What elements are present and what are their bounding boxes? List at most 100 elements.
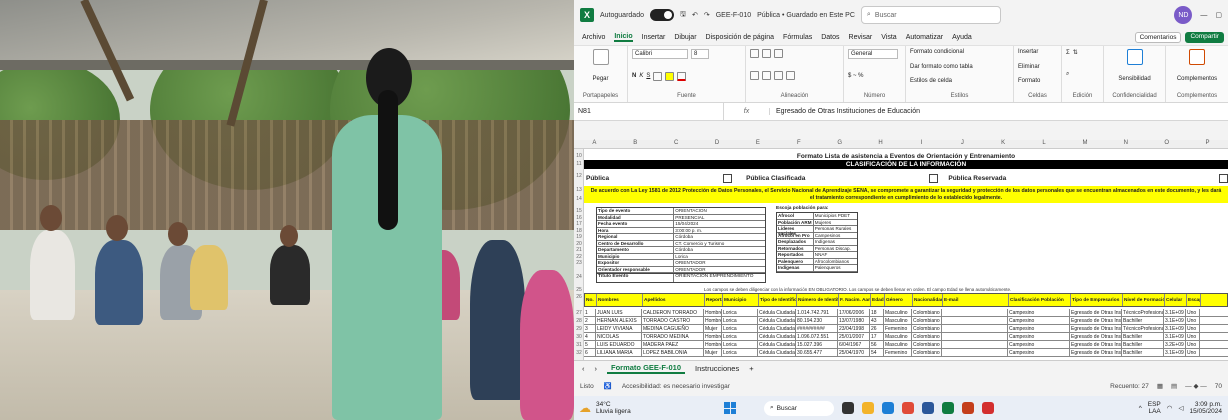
conditional-format-button[interactable]: Formato condicional — [910, 49, 1009, 55]
number-format-select[interactable]: General — [848, 49, 898, 59]
page-layout-icon[interactable]: ▤ — [1171, 382, 1177, 390]
edge-icon[interactable] — [882, 402, 894, 414]
column-header: C — [674, 140, 679, 146]
table-cell: TécnicoProfesional — [1123, 309, 1164, 316]
population-value: Municipios PDET — [814, 213, 851, 218]
avatar[interactable]: ND — [1174, 6, 1193, 24]
cell-styles-button[interactable]: Estilos de celda — [910, 78, 1009, 84]
volume-icon[interactable]: ◁ — [1178, 404, 1183, 412]
table-cell: Colombiano — [912, 333, 942, 340]
align-center-icon[interactable] — [762, 71, 771, 80]
formula-input[interactable]: Egresado de Otras Instituciones de Educa… — [770, 108, 920, 115]
menu-disposicion[interactable]: Disposición de página — [706, 34, 775, 41]
delete-cells-button[interactable]: Eliminar — [1018, 64, 1057, 70]
wrap-text-icon[interactable] — [774, 49, 783, 58]
font-size-select[interactable]: 8 — [691, 49, 709, 59]
align-top-icon[interactable] — [750, 49, 759, 58]
zoom-slider[interactable]: — ◆ — — [1185, 382, 1207, 390]
event-info-value: ORIENTACION — [675, 208, 707, 213]
menu-ayuda[interactable]: Ayuda — [952, 34, 972, 41]
addins-button[interactable]: Complementos — [1170, 76, 1224, 82]
share-button[interactable]: Compartir — [1185, 32, 1224, 43]
tray-expand-icon[interactable]: ^ — [1139, 405, 1142, 412]
undo-icon[interactable]: ↶ — [692, 11, 698, 19]
taskbar-search[interactable]: ⌕ Buscar — [764, 400, 834, 416]
font-name-select[interactable]: Calibri — [632, 49, 688, 59]
insert-cells-button[interactable]: Insertar — [1018, 49, 1057, 55]
column-title: F. Nacim. Aamaaño — [839, 294, 871, 306]
bold-icon[interactable]: N — [632, 73, 636, 79]
word-icon[interactable] — [922, 402, 934, 414]
maximize-icon[interactable]: ▢ — [1215, 11, 1222, 19]
public-checkbox[interactable] — [723, 173, 733, 183]
taskbar-search-placeholder: Buscar — [776, 404, 797, 412]
table-format-button[interactable]: Dar formato como tabla — [910, 64, 1009, 70]
menu-revisar[interactable]: Revisar — [849, 34, 873, 41]
name-box[interactable]: N81 — [574, 103, 724, 120]
tab-instrucciones[interactable]: Instrucciones — [695, 364, 739, 373]
table-cell: Lorica — [722, 317, 758, 324]
weather-widget[interactable]: 34°C Lluvia ligera — [574, 401, 694, 415]
file-explorer-icon[interactable] — [862, 402, 874, 414]
underline-icon[interactable]: S — [646, 73, 650, 79]
sheet-grid[interactable]: Formato Lista de asistencia a Eventos de… — [584, 149, 1228, 360]
currency-icon[interactable]: $ ~ % — [848, 73, 864, 79]
table-cell: 3.1E+09 — [1164, 309, 1186, 316]
chrome-icon[interactable] — [902, 402, 914, 414]
redo-icon[interactable]: ↷ — [704, 11, 710, 19]
sort-icon[interactable]: ⇅ — [1073, 49, 1078, 56]
menu-vista[interactable]: Vista — [881, 34, 896, 41]
excel-taskbar-icon[interactable] — [942, 402, 954, 414]
public-classified-checkbox[interactable] — [929, 173, 939, 183]
font-color-icon[interactable] — [677, 71, 687, 81]
format-cells-button[interactable]: Formato — [1018, 78, 1057, 84]
powerpoint-icon[interactable] — [962, 402, 974, 414]
align-left-icon[interactable] — [750, 71, 759, 80]
clock[interactable]: 3:09 p.m. 15/05/2024 — [1189, 401, 1222, 415]
menu-datos[interactable]: Datos — [821, 34, 839, 41]
menu-archivo[interactable]: Archivo — [582, 34, 605, 41]
save-icon[interactable]: 🖫 — [680, 10, 686, 21]
windows-start-icon[interactable] — [724, 402, 736, 414]
autosave-toggle[interactable] — [649, 9, 674, 21]
status-accessibility[interactable]: Accesibilidad: es necesario investigar — [622, 383, 730, 390]
public-reserved-checkbox[interactable] — [1219, 173, 1228, 183]
column-header: G — [837, 140, 843, 146]
menu-formulas[interactable]: Fórmulas — [783, 34, 812, 41]
paste-icon[interactable] — [592, 49, 609, 65]
find-icon[interactable]: ⌕ — [1066, 71, 1069, 78]
minimize-icon[interactable]: — — [1200, 12, 1207, 19]
task-view-icon[interactable] — [842, 402, 854, 414]
autosum-icon[interactable]: Σ — [1066, 50, 1070, 56]
addins-icon[interactable] — [1189, 49, 1205, 65]
wifi-icon[interactable]: ◠ — [1167, 404, 1173, 412]
italic-icon[interactable]: K — [639, 73, 643, 79]
table-cell: JUAN LUIS — [596, 309, 642, 316]
language-indicator[interactable]: ESP LAA — [1148, 401, 1161, 415]
search-input[interactable]: ⌕ Buscar — [860, 6, 1001, 24]
menu-insertar[interactable]: Insertar — [642, 34, 666, 41]
menu-automatizar[interactable]: Automatizar — [906, 34, 943, 41]
normal-view-icon[interactable]: ▦ — [1157, 382, 1163, 390]
tab-next-icon[interactable]: › — [595, 364, 598, 373]
align-middle-icon[interactable] — [762, 49, 771, 58]
comments-button[interactable]: Comentarios — [1134, 32, 1182, 43]
menu-inicio[interactable]: Inicio — [614, 33, 633, 42]
population-label: Reportados — [777, 252, 814, 258]
fx-icon[interactable]: fx — [724, 108, 770, 115]
tab-formato[interactable]: Formato GEE-F-010 — [607, 363, 686, 374]
border-icon[interactable] — [653, 71, 663, 81]
paste-button[interactable]: Pegar — [578, 76, 623, 82]
sensitivity-button[interactable]: Sensibilidad — [1108, 76, 1161, 82]
align-right-icon[interactable] — [774, 71, 783, 80]
pdf-icon[interactable] — [982, 402, 994, 414]
table-cell: Campesino — [1008, 341, 1070, 348]
merge-icon[interactable] — [786, 71, 795, 80]
sensitivity-icon[interactable] — [1126, 49, 1143, 65]
population-value: NNAF — [814, 252, 828, 257]
table-cell: Femenino — [884, 349, 912, 356]
fill-color-icon[interactable] — [665, 71, 675, 81]
menu-dibujar[interactable]: Dibujar — [674, 34, 696, 41]
tab-prev-icon[interactable]: ‹ — [582, 364, 585, 373]
add-sheet-icon[interactable]: + — [749, 364, 753, 373]
